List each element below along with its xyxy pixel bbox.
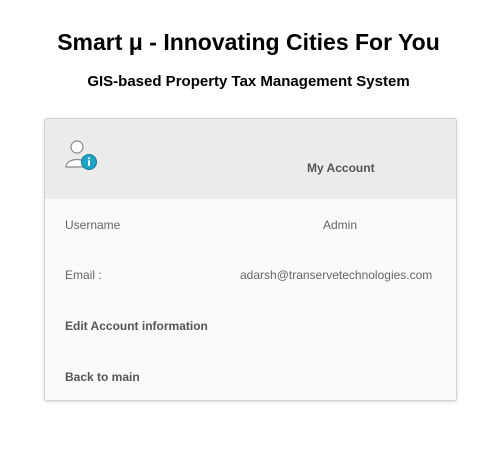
edit-account-link[interactable]: Edit Account information (65, 318, 208, 334)
account-card: My Account Username Admin Email : adarsh… (44, 118, 457, 401)
app-title: Smart μ - Innovating Cities For You (57, 29, 440, 55)
username-value: Admin (323, 218, 358, 232)
email-label: Email : (65, 268, 102, 282)
email-value: adarsh@transervetechnologies.com (240, 268, 433, 282)
app-subtitle: GIS-based Property Tax Management System (87, 73, 410, 90)
username-label: Username (65, 218, 121, 232)
card-header: My Account (45, 119, 456, 199)
back-to-main-link[interactable]: Back to main (65, 369, 140, 385)
user-info-icon (64, 139, 100, 175)
card-title: My Account (307, 161, 375, 175)
